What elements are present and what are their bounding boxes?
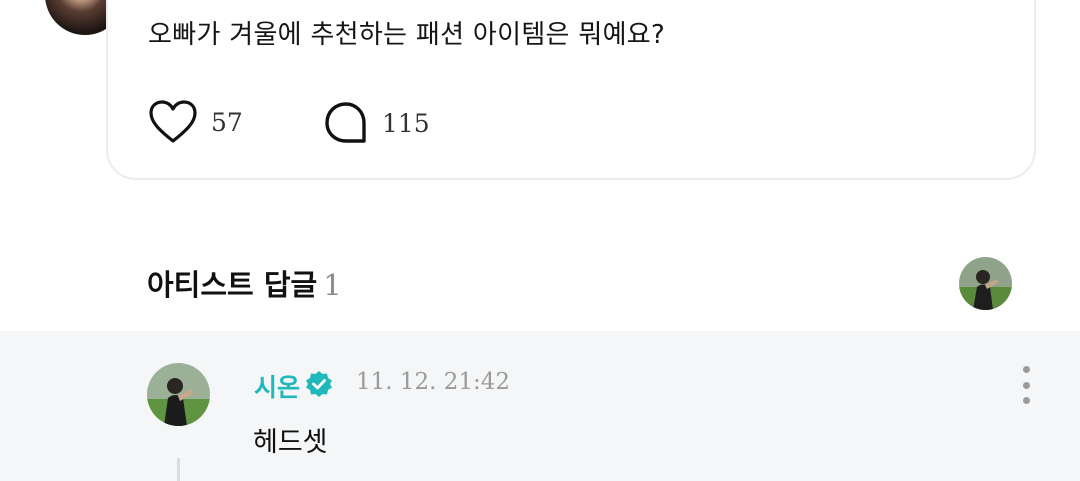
- artist-reply-title: 아티스트 답글: [147, 268, 318, 302]
- comment-bubble-icon: [325, 102, 366, 143]
- comment-button[interactable]: 115: [324, 101, 430, 145]
- reply-timestamp: 11. 12. 21:42: [356, 369, 511, 395]
- like-count: 57: [211, 107, 243, 137]
- heart-icon: [149, 100, 197, 143]
- reply-author-name[interactable]: 시온: [254, 368, 300, 404]
- artist-avatar-thumb[interactable]: [959, 257, 1012, 310]
- artist-avatar[interactable]: [147, 363, 210, 426]
- verified-badge-icon: [306, 371, 332, 397]
- comment-count: 115: [382, 108, 430, 138]
- post-question: 오빠가 겨울에 추천하는 패션 아이템은 뭐예요?: [148, 20, 666, 50]
- reply-text: 헤드셋: [253, 427, 328, 458]
- more-options-icon[interactable]: [1016, 366, 1036, 404]
- thread-line: [177, 458, 180, 481]
- artist-reply-heading: 아티스트 답글 1: [147, 262, 342, 304]
- artist-reply-count: 1: [323, 268, 342, 302]
- like-button[interactable]: 57: [149, 100, 243, 144]
